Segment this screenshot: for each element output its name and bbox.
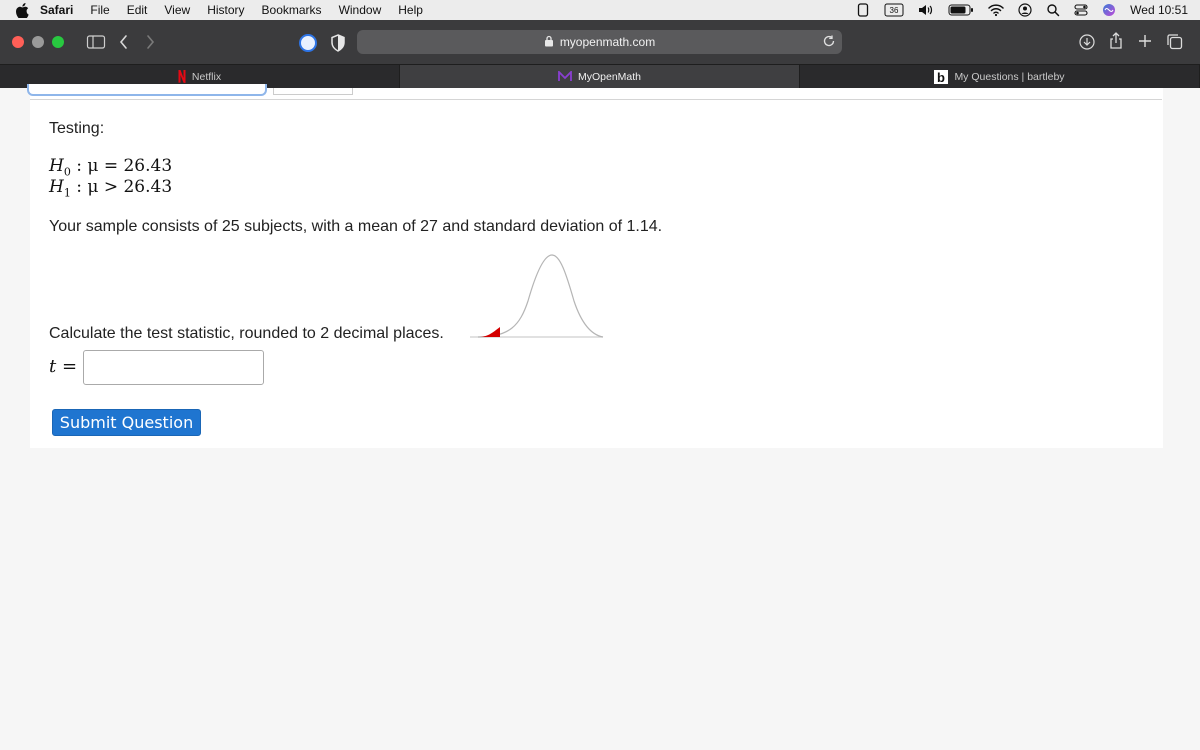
h1-relation: μ > 26.43 <box>87 177 173 197</box>
user-account-icon[interactable] <box>1018 3 1032 17</box>
testing-heading: Testing: <box>49 120 105 137</box>
shaded-tail <box>478 327 500 337</box>
battery-badge-icon[interactable]: 36 <box>884 3 904 17</box>
address-bar[interactable]: myopenmath.com <box>357 30 842 54</box>
menu-history[interactable]: History <box>207 3 244 17</box>
h1-symbol: H <box>49 177 64 197</box>
close-window-button[interactable] <box>12 36 24 48</box>
url-text: myopenmath.com <box>559 35 656 49</box>
t-variable: t <box>49 356 57 377</box>
menu-bar: Safari File Edit View History Bookmarks … <box>0 0 1200 20</box>
forward-icon[interactable] <box>144 34 156 50</box>
window-controls <box>12 36 64 48</box>
question-prompt: Calculate the test statistic, rounded to… <box>49 325 444 342</box>
wifi-icon[interactable] <box>988 3 1004 17</box>
page-content: Testing: H0 : μ = 26.43 H1 : μ > 26.43 Y… <box>0 84 1200 750</box>
normal-curve-figure <box>470 254 604 338</box>
volume-icon[interactable] <box>918 3 934 17</box>
alternative-hypothesis: H1 : μ > 26.43 <box>49 177 173 200</box>
downloads-icon[interactable] <box>1079 34 1095 50</box>
zoom-window-button[interactable] <box>52 36 64 48</box>
tab-overview-icon[interactable] <box>1166 33 1184 51</box>
svg-text:b: b <box>937 70 945 84</box>
tab-label: Netflix <box>191 70 222 83</box>
menu-edit[interactable]: Edit <box>127 3 148 17</box>
tab-bartleby[interactable]: b My Questions | bartleby <box>800 65 1200 88</box>
netflix-icon <box>178 70 186 83</box>
battery-icon[interactable] <box>948 3 974 17</box>
menu-file[interactable]: File <box>90 3 109 17</box>
new-tab-icon[interactable] <box>1137 33 1153 49</box>
menu-view[interactable]: View <box>164 3 190 17</box>
apple-icon[interactable] <box>14 2 30 18</box>
tab-label: My Questions | bartleby <box>954 70 1065 83</box>
null-hypothesis: H0 : μ = 26.43 <box>49 156 173 179</box>
back-icon[interactable] <box>118 34 130 50</box>
divider <box>30 99 1162 100</box>
menu-safari[interactable]: Safari <box>40 3 73 17</box>
privacy-shield-icon[interactable] <box>330 34 346 52</box>
phone-icon[interactable] <box>856 3 870 17</box>
scrolled-off-field[interactable] <box>27 84 267 96</box>
menu-clock[interactable]: Wed 10:51 <box>1130 3 1188 17</box>
minimize-window-button[interactable] <box>32 36 44 48</box>
menu-window[interactable]: Window <box>339 3 382 17</box>
menu-bookmarks[interactable]: Bookmarks <box>262 3 322 17</box>
h0-symbol: H <box>49 156 64 176</box>
lock-icon <box>544 35 554 50</box>
spotlight-search-icon[interactable] <box>1046 3 1060 17</box>
answer-label: t = <box>49 356 77 377</box>
answer-input[interactable] <box>83 350 264 385</box>
bartleby-icon: b <box>934 69 949 84</box>
control-center-icon[interactable] <box>1074 3 1088 17</box>
scrolled-off-buttons[interactable] <box>273 88 353 95</box>
sample-description: Your sample consists of 25 subjects, wit… <box>49 218 663 235</box>
browser-toolbar: myopenmath.com <box>0 20 1200 64</box>
equals-sign: = <box>61 356 78 377</box>
sidebar-toggle-icon[interactable] <box>86 34 106 50</box>
menu-help[interactable]: Help <box>398 3 423 17</box>
h1-sub: 1 <box>63 186 71 200</box>
myopenmath-icon <box>558 71 572 82</box>
siri-icon[interactable] <box>1102 3 1116 17</box>
extension-circle-icon[interactable] <box>298 33 318 53</box>
h0-relation: μ = 26.43 <box>87 156 173 176</box>
submit-question-button[interactable]: Submit Question <box>52 409 201 436</box>
battery-badge-text: 36 <box>890 6 899 15</box>
share-icon[interactable] <box>1108 32 1124 50</box>
tab-label: MyOpenMath <box>577 70 642 83</box>
tab-myopenmath[interactable]: MyOpenMath <box>400 65 800 88</box>
reload-icon[interactable] <box>822 34 836 51</box>
